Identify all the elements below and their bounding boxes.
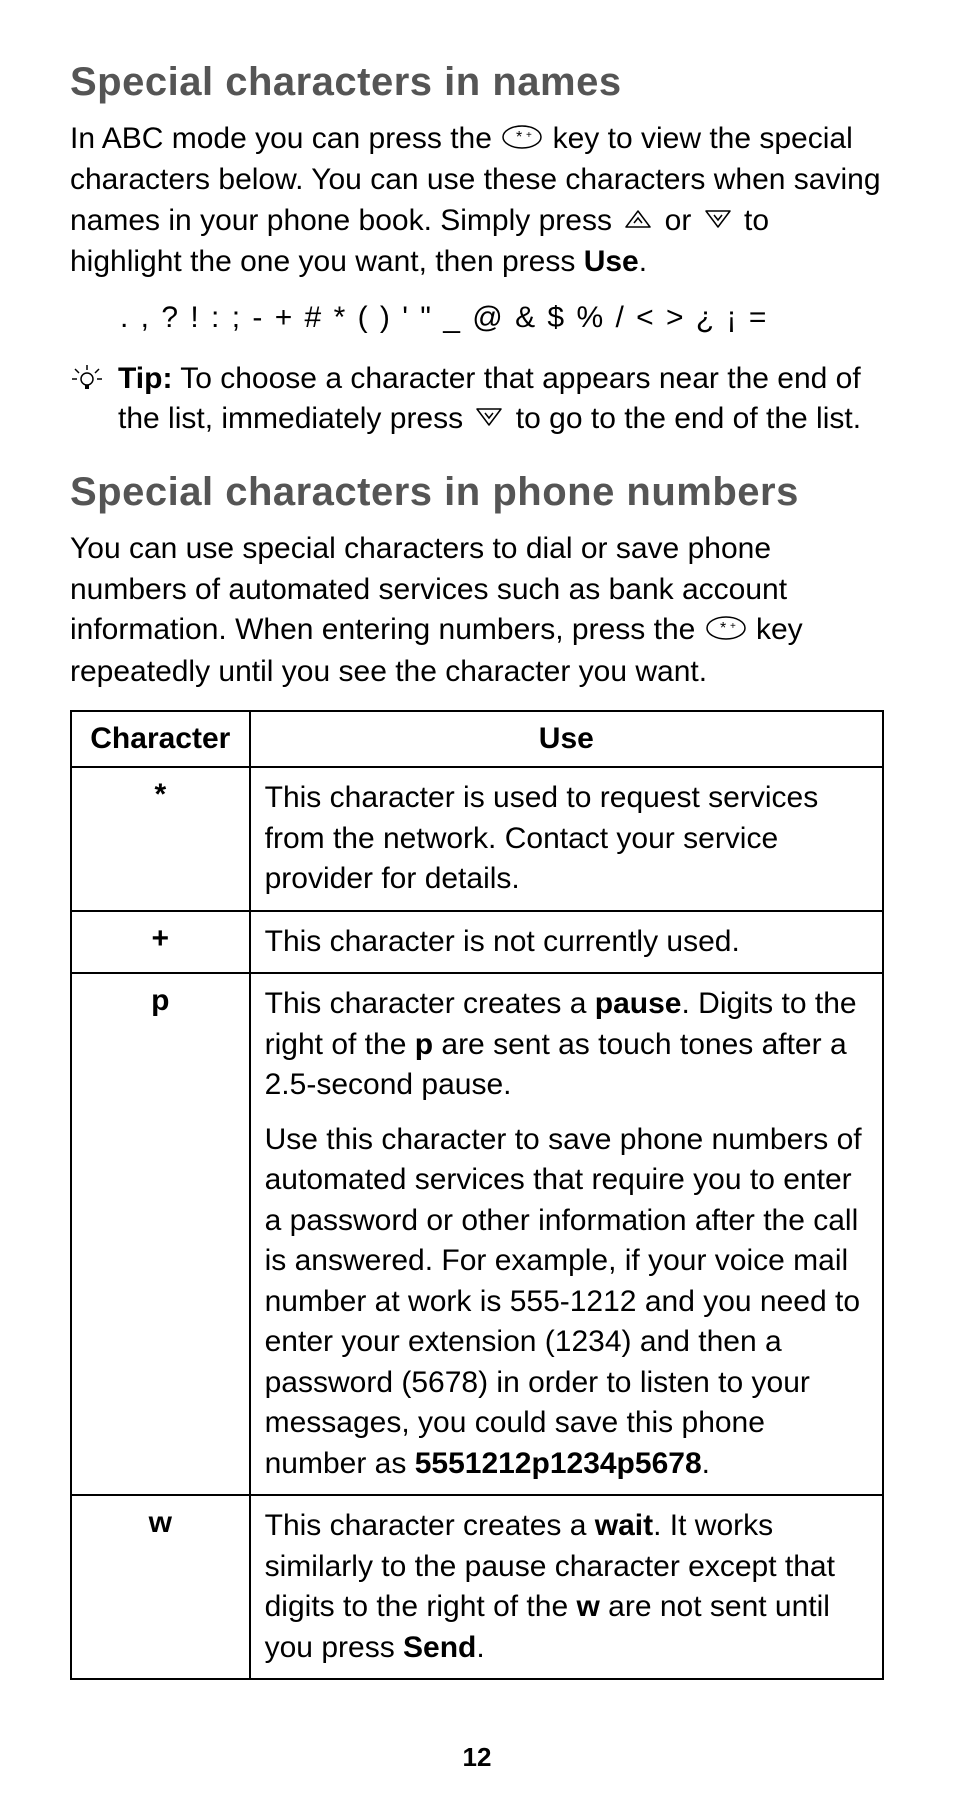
up-key-icon [622,202,654,243]
svg-text:*: * [720,620,726,637]
tip-label: Tip: [118,362,172,395]
down-key-icon [702,202,734,243]
text: This character creates a pause. Digits t… [265,984,868,1106]
bold: 5551212p1234p5678 [415,1447,702,1480]
text: Use this character to save phone numbers… [265,1120,868,1485]
star-key-icon: * + [502,120,542,161]
special-characters-list: . , ? ! : ; - + # * ( ) ' " _ @ & $ % / … [120,301,884,335]
bold: Send [403,1631,476,1664]
page: Special characters in names In ABC mode … [0,0,954,1803]
char-cell: + [71,911,250,974]
text: This character is not currently used. [265,922,868,963]
text: . [702,1447,710,1480]
table-row: * This character is used to request serv… [71,767,883,911]
text: . [639,245,647,278]
bold: p [415,1028,433,1061]
table-row: w This character creates a wait. It work… [71,1495,883,1679]
page-number: 12 [0,1742,954,1773]
tip-text: Tip: To choose a character that appears … [118,359,884,441]
text: This character is used to request servic… [265,778,868,900]
text: Use this character to save phone numbers… [265,1123,862,1480]
text: to go to the end of the list. [516,402,861,435]
table-row: p This character creates a pause. Digits… [71,973,883,1495]
text: or [665,204,700,237]
down-key-icon [473,400,505,441]
tip-block: Tip: To choose a character that appears … [70,359,884,441]
svg-text:+: + [730,621,736,632]
char-cell: p [71,973,250,1495]
use-cell: This character is used to request servic… [250,767,883,911]
use-cell: This character creates a wait. It works … [250,1495,883,1679]
text: You can use special characters to dial o… [70,532,787,646]
svg-text:*: * [516,129,522,146]
text: In ABC mode you can press the [70,122,500,155]
characters-table: Character Use * This character is used t… [70,710,884,1680]
table-row: + This character is not currently used. [71,911,883,974]
th-character: Character [71,711,250,767]
lightbulb-icon [70,363,104,402]
para-special-chars-numbers: You can use special characters to dial o… [70,529,884,692]
bold: pause [595,987,682,1020]
heading-special-chars-names: Special characters in names [70,60,884,105]
heading-special-chars-numbers: Special characters in phone numbers [70,470,884,515]
text: This character creates a wait. It works … [265,1506,868,1668]
use-cell: This character is not currently used. [250,911,883,974]
use-cell: This character creates a pause. Digits t… [250,973,883,1495]
text: This character creates a [265,987,595,1020]
char-cell: * [71,767,250,911]
text: . [476,1631,484,1664]
char-cell: w [71,1495,250,1679]
bold-use: Use [584,245,639,278]
star-key-icon: * + [706,611,746,652]
th-use: Use [250,711,883,767]
text: This character creates a [265,1509,595,1542]
bold: wait [595,1509,653,1542]
bold: w [576,1590,599,1623]
svg-text:+: + [526,130,532,141]
para-special-chars-names: In ABC mode you can press the * + key to… [70,119,884,283]
